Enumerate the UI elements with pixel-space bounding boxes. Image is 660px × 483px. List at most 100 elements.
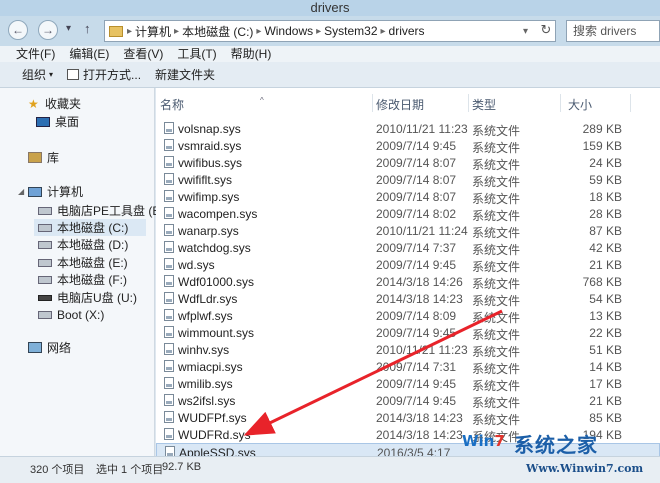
file-date: 2009/7/14 9:45 — [376, 326, 457, 340]
file-size: 59 KB — [589, 173, 622, 187]
system-file-icon — [164, 275, 174, 287]
table-row[interactable]: volsnap.sys 2010/11/21 11:23 系统文件 289 KB — [156, 120, 660, 138]
menu-help[interactable]: 帮助(H) — [231, 46, 272, 62]
breadcrumb-drivers[interactable]: drivers — [389, 24, 425, 38]
table-row[interactable]: vsmraid.sys 2009/7/14 9:45 系统文件 159 KB — [156, 137, 660, 155]
file-size: 21 KB — [589, 258, 622, 272]
chevron-right-icon: ▸ — [127, 25, 133, 37]
table-row[interactable]: AppleSSD.sys 2016/3/5 4:17 — [156, 443, 660, 456]
sidebar-item-network[interactable]: 网络 — [28, 339, 71, 356]
table-row[interactable]: wimmount.sys 2009/7/14 9:45 系统文件 22 KB — [156, 324, 660, 342]
file-date: 2009/7/14 7:37 — [376, 241, 457, 255]
breadcrumb-drive-c[interactable]: 本地磁盘 (C:) — [182, 23, 253, 40]
system-file-icon — [164, 139, 174, 151]
table-row[interactable]: watchdog.sys 2009/7/14 7:37 系统文件 42 KB — [156, 239, 660, 257]
menu-bar: 文件(F) 编辑(E) 查看(V) 工具(T) 帮助(H) — [0, 46, 660, 62]
sidebar-item-libraries[interactable]: 库 — [28, 149, 59, 166]
sidebar-item-computer[interactable]: ◢ 计算机 — [18, 183, 83, 200]
address-bar[interactable]: ▸ 计算机 ▸ 本地磁盘 (C:) ▸ Windows ▸ System32 ▸… — [104, 20, 556, 42]
forward-button[interactable]: → — [38, 20, 58, 40]
sidebar-item-label: 计算机 — [47, 185, 84, 199]
table-row[interactable]: wacompen.sys 2009/7/14 8:02 系统文件 28 KB — [156, 205, 660, 223]
table-row[interactable]: ws2ifsl.sys 2009/7/14 9:45 系统文件 21 KB — [156, 392, 660, 410]
network-icon — [28, 342, 42, 353]
sidebar-item-drive-x[interactable]: Boot (X:) — [38, 306, 104, 323]
sort-ascending-icon: ^ — [260, 96, 264, 105]
command-bar: 组织 ▾ 打开方式... 新建文件夹 — [0, 62, 660, 88]
column-divider[interactable] — [630, 94, 631, 112]
column-divider[interactable] — [372, 94, 373, 112]
chevron-down-icon: ▾ — [49, 70, 54, 79]
table-row[interactable]: WdfLdr.sys 2014/3/18 14:23 系统文件 54 KB — [156, 290, 660, 308]
table-row[interactable]: WUDFPf.sys 2014/3/18 14:23 系统文件 85 KB — [156, 409, 660, 427]
table-row[interactable]: wanarp.sys 2010/11/21 11:24 系统文件 87 KB — [156, 222, 660, 240]
recent-locations-dropdown-icon[interactable]: ▾ — [66, 23, 71, 34]
system-file-icon — [164, 122, 174, 134]
column-header-name[interactable]: 名称 — [160, 96, 184, 113]
new-folder-button[interactable]: 新建文件夹 — [155, 66, 215, 83]
sidebar-item-favorites[interactable]: ★ 收藏夹 — [28, 95, 81, 112]
file-name: vsmraid.sys — [178, 139, 242, 153]
file-size: 85 KB — [589, 411, 622, 425]
sidebar-item-drive-c[interactable]: 本地磁盘 (C:) — [34, 219, 146, 236]
sidebar-item-drive-b[interactable]: 电脑店PE工具盘 (B: — [38, 202, 164, 219]
sidebar-item-label: 本地磁盘 (F:) — [57, 273, 127, 287]
breadcrumb-system32[interactable]: System32 — [324, 24, 377, 38]
table-row[interactable]: winhv.sys 2010/11/21 11:23 系统文件 51 KB — [156, 341, 660, 359]
sidebar-item-drive-e[interactable]: 本地磁盘 (E:) — [38, 254, 128, 271]
column-header-size[interactable]: 大小 — [568, 96, 592, 113]
sidebar-item-label: 库 — [47, 151, 60, 165]
column-header-row: ^ 名称 修改日期 类型 大小 — [156, 94, 660, 112]
file-name: WUDFRd.sys — [178, 428, 251, 442]
file-date: 2009/7/14 9:45 — [376, 377, 457, 391]
system-file-icon — [164, 377, 174, 389]
open-with-button[interactable]: 打开方式... — [67, 66, 141, 83]
sidebar-item-drive-d[interactable]: 本地磁盘 (D:) — [38, 236, 128, 253]
table-row[interactable]: wmiacpi.sys 2009/7/14 7:31 系统文件 14 KB — [156, 358, 660, 376]
up-button[interactable]: ↑ — [84, 21, 91, 36]
menu-file[interactable]: 文件(F) — [16, 46, 55, 62]
title-bar: drivers — [0, 0, 660, 16]
file-size: 14 KB — [589, 360, 622, 374]
column-header-date[interactable]: 修改日期 — [376, 96, 424, 113]
table-row[interactable]: vwifibus.sys 2009/7/14 8:07 系统文件 24 KB — [156, 154, 660, 172]
organize-button[interactable]: 组织 ▾ — [22, 66, 53, 83]
open-with-label: 打开方式... — [83, 68, 142, 82]
file-size: 22 KB — [589, 326, 622, 340]
menu-view[interactable]: 查看(V) — [123, 46, 163, 62]
column-divider[interactable] — [468, 94, 469, 112]
system-file-icon — [164, 241, 174, 253]
search-input[interactable]: 搜索 drivers — [566, 20, 660, 42]
chevron-right-icon: ▸ — [380, 25, 386, 37]
file-size: 289 KB — [582, 122, 622, 136]
refresh-icon[interactable]: ↻ — [538, 22, 554, 38]
file-size: 28 KB — [589, 207, 622, 221]
table-row[interactable]: Wdf01000.sys 2014/3/18 14:26 系统文件 768 KB — [156, 273, 660, 291]
sidebar-item-label: 本地磁盘 (D:) — [57, 238, 129, 252]
column-header-type[interactable]: 类型 — [472, 96, 496, 113]
menu-tools[interactable]: 工具(T) — [177, 46, 216, 62]
system-file-icon — [164, 258, 174, 270]
file-size: 159 KB — [582, 139, 622, 153]
menu-edit[interactable]: 编辑(E) — [69, 46, 109, 62]
breadcrumb-windows[interactable]: Windows — [264, 24, 313, 38]
table-row[interactable]: WUDFRd.sys 2014/3/18 14:23 系统文件 194 KB — [156, 426, 660, 444]
table-row[interactable]: wmilib.sys 2009/7/14 9:45 系统文件 17 KB — [156, 375, 660, 393]
back-button[interactable]: ← — [8, 20, 28, 40]
system-file-icon — [164, 411, 174, 423]
breadcrumb-computer[interactable]: 计算机 — [135, 23, 171, 40]
sidebar-item-drive-f[interactable]: 本地磁盘 (F:) — [38, 271, 127, 288]
collapse-icon[interactable]: ◢ — [18, 187, 28, 196]
table-row[interactable]: vwifimp.sys 2009/7/14 8:07 系统文件 18 KB — [156, 188, 660, 206]
selection-count: 选中 1 个项目 — [96, 464, 164, 476]
sidebar-item-drive-u[interactable]: 电脑店U盘 (U:) — [38, 289, 137, 306]
address-dropdown-icon[interactable]: ▾ — [523, 26, 528, 37]
file-size: 51 KB — [589, 343, 622, 357]
table-row[interactable]: vwififlt.sys 2009/7/14 8:07 系统文件 59 KB — [156, 171, 660, 189]
column-divider[interactable] — [560, 94, 561, 112]
table-row[interactable]: wd.sys 2009/7/14 9:45 系统文件 21 KB — [156, 256, 660, 274]
system-file-icon — [164, 326, 174, 338]
sidebar-item-desktop[interactable]: 桌面 — [36, 113, 79, 130]
file-date: 2009/7/14 8:07 — [376, 190, 457, 204]
table-row[interactable]: wfplwf.sys 2009/7/14 8:09 系统文件 13 KB — [156, 307, 660, 325]
